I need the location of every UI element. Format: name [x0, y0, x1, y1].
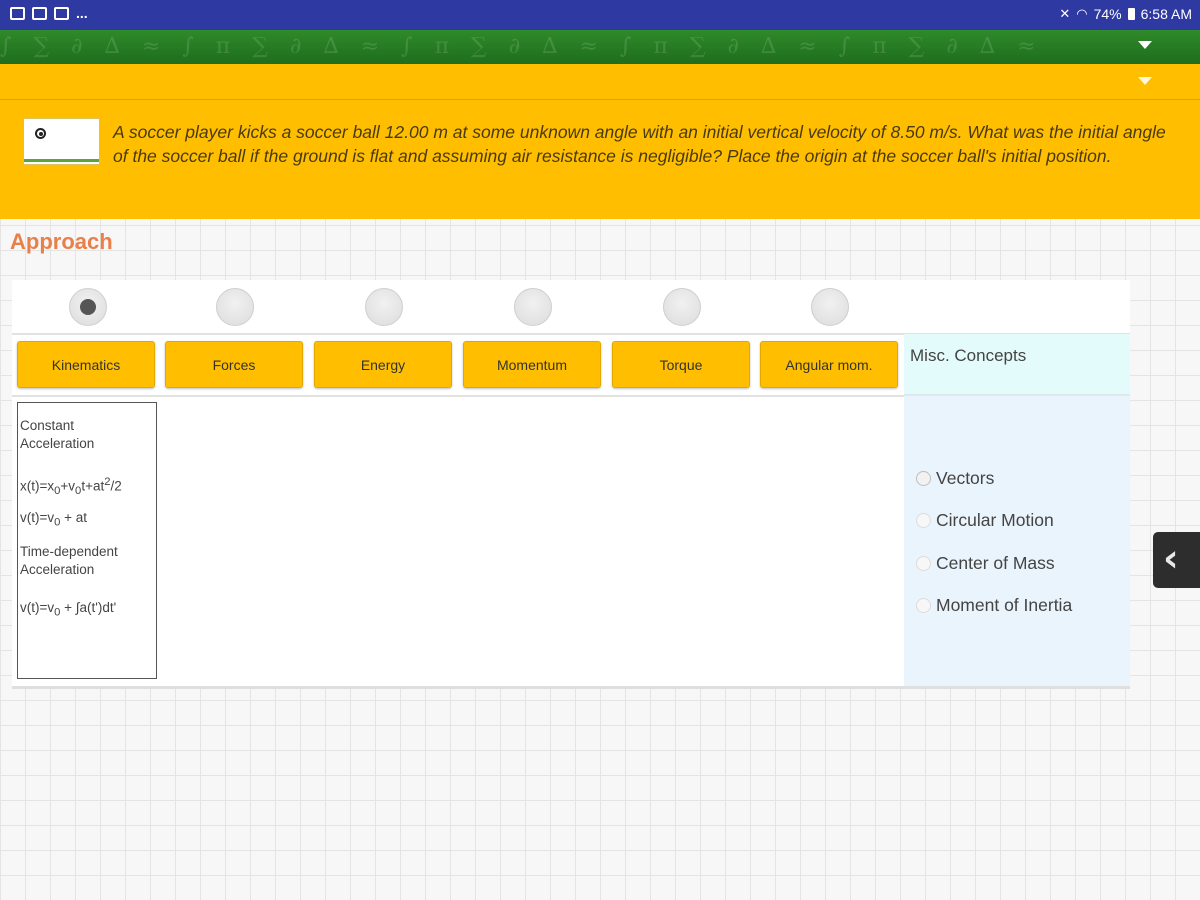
radio-button[interactable]	[916, 598, 931, 613]
chevron-left-icon: ‹	[1163, 536, 1179, 580]
velocity-equation: v(t)=v0 + at	[20, 510, 88, 529]
email-icon	[54, 6, 69, 20]
image-icon	[10, 6, 25, 20]
wifi-icon: ◠	[1076, 6, 1088, 21]
approach-radio-momentum[interactable]	[514, 288, 552, 326]
approach-radio-angular-momentum[interactable]	[811, 288, 849, 326]
question-panel: A soccer player kicks a soccer ball 12.0…	[0, 100, 1200, 219]
misc-concepts-list: Vectors Circular Motion Center of Mass M…	[904, 396, 1130, 686]
tab-energy[interactable]: Energy	[314, 341, 452, 388]
misc-concepts-header: Misc. Concepts	[904, 334, 1130, 396]
tab-angular-momentum[interactable]: Angular mom.	[760, 341, 898, 388]
soccer-ball-icon	[35, 128, 46, 139]
approach-radio-torque[interactable]	[663, 288, 701, 326]
approach-radio-forces[interactable]	[216, 288, 254, 326]
mute-icon: ✕	[1059, 6, 1071, 21]
panel-bottom-border	[12, 686, 1130, 689]
misc-item-moment-of-inertia[interactable]: Moment of Inertia	[916, 595, 1072, 616]
clock: 6:58 AM	[1140, 6, 1192, 22]
question-text: A soccer player kicks a soccer ball 12.0…	[113, 122, 1166, 166]
toolbar	[0, 64, 1200, 100]
position-equation: x(t)=x0+v0t+at2/2	[20, 476, 122, 498]
constant-acceleration-heading: Constant Acceleration	[20, 418, 95, 451]
time-dependent-acceleration-heading: Time-dependent Acceleration	[20, 544, 118, 577]
radio-button[interactable]	[916, 471, 931, 486]
question-thumbnail	[23, 118, 100, 165]
battery-icon	[1127, 8, 1135, 20]
tab-momentum[interactable]: Momentum	[463, 341, 601, 388]
status-bar: ... ✕ ◠ 74% 6:58 AM	[0, 0, 1200, 30]
misc-item-circular-motion[interactable]: Circular Motion	[916, 510, 1054, 531]
tab-forces[interactable]: Forces	[165, 341, 303, 388]
tab-kinematics[interactable]: Kinematics	[17, 341, 155, 388]
integral-velocity-equation: v(t)=v0 + ∫a(t')dt'	[20, 600, 117, 619]
misc-item-center-of-mass[interactable]: Center of Mass	[916, 553, 1055, 574]
banner-pattern: ∫∑∂∆≈∫π∑∂∆≈∫π∑∂∆≈∫π∑∂∆≈∫π∑∂∆≈	[0, 34, 1058, 59]
misc-concepts-title: Misc. Concepts	[910, 346, 1027, 365]
side-drawer-toggle[interactable]: ‹	[1153, 532, 1200, 588]
header-dropdown-icon[interactable]	[1138, 41, 1152, 49]
radio-button[interactable]	[916, 513, 931, 528]
misc-item-vectors[interactable]: Vectors	[916, 468, 994, 489]
grass-strip	[24, 159, 99, 162]
battery-percent: 74%	[1093, 6, 1122, 22]
divider	[12, 395, 904, 397]
overflow-indicator: ...	[76, 5, 88, 21]
gallery-icon	[32, 6, 47, 20]
tab-torque[interactable]: Torque	[612, 341, 750, 388]
header-banner: ∫∑∂∆≈∫π∑∂∆≈∫π∑∂∆≈∫π∑∂∆≈∫π∑∂∆≈	[0, 30, 1200, 64]
radio-button[interactable]	[916, 556, 931, 571]
approach-title: Approach	[10, 229, 113, 254]
approach-radio-kinematics[interactable]	[69, 288, 107, 326]
approach-radio-energy[interactable]	[365, 288, 403, 326]
toolbar-dropdown-icon[interactable]	[1138, 77, 1152, 85]
kinematics-card[interactable]: Constant Acceleration x(t)=x0+v0t+at2/2 …	[17, 402, 157, 679]
